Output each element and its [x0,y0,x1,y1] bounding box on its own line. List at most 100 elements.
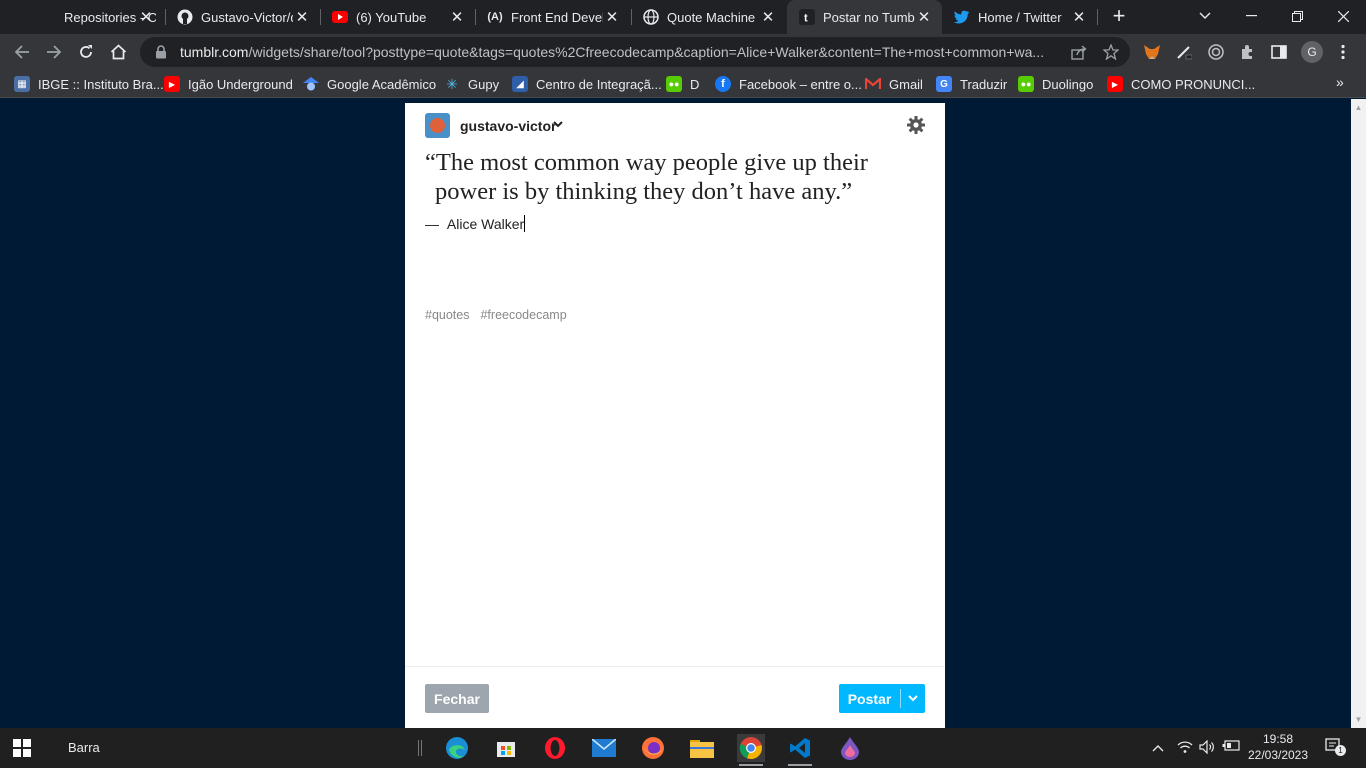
minimize-button[interactable] [1228,0,1274,32]
extensions-puzzle-icon[interactable] [1237,42,1257,62]
home-button[interactable] [105,39,131,65]
quote-text-field[interactable]: “The most common way people give up thei… [425,148,915,206]
battery-icon[interactable] [1222,740,1240,755]
gupy-icon: ✳ [446,75,458,92]
bookmark-facebook[interactable]: f Facebook – entre o... [715,75,862,93]
bookmark-label: Centro de Integraçã... [536,76,662,92]
taskbar-search[interactable]: Barra [68,740,100,755]
metamask-icon[interactable] [1142,42,1162,62]
chevron-down-icon[interactable] [553,117,563,131]
tab-strip: Repositories - Co ✕ Gustavo-Victor/q ✕ (… [0,0,1366,34]
quote-line: power is by thinking they don’t have any… [435,178,853,205]
freecodecamp-icon: (A) [487,11,503,23]
edge-icon[interactable] [443,734,471,762]
bookmark-duolingo[interactable]: ●● Duolingo [1018,75,1093,93]
close-icon[interactable]: ✕ [138,9,154,26]
tab-quote-machine[interactable]: Quote Machine ✕ [631,0,786,34]
close-button[interactable]: Fechar [425,684,489,713]
google-scholar-icon [303,76,319,92]
side-panel-icon[interactable] [1269,42,1289,62]
tab-freecodecamp[interactable]: (A) Front End Develo ✕ [475,0,630,34]
tab-youtube[interactable]: (6) YouTube ✕ [320,0,475,34]
tumblr-post-card: gustavo-victor “The most common way peop… [405,103,945,728]
address-bar[interactable]: tumblr.com/widgets/share/tool?posttype=q… [140,37,1130,67]
tab-title: (6) YouTube [356,9,427,25]
scrollbar[interactable]: ▲ ▼ [1351,99,1366,728]
restore-button[interactable] [1274,0,1320,32]
close-icon[interactable]: ✕ [294,9,310,26]
scroll-up-arrow-icon[interactable]: ▲ [1354,103,1363,112]
twitter-icon [954,9,970,25]
bookmark-traduzir[interactable]: G Traduzir [936,75,1007,93]
bookmark-label: Traduzir [960,76,1008,92]
mail-icon[interactable] [590,734,618,762]
close-icon[interactable]: ✕ [1071,9,1087,26]
wifi-icon[interactable] [1177,740,1193,757]
back-button[interactable] [9,39,35,65]
bookmark-star-icon[interactable] [1102,43,1120,61]
bookmarks-overflow-button[interactable]: » [1336,74,1344,90]
file-explorer-icon[interactable] [688,734,716,762]
notification-count-badge: 1 [1335,745,1346,756]
tab-separator [1097,9,1098,25]
bookmark-label: D [690,76,700,92]
tab-github-repo[interactable]: Gustavo-Victor/q ✕ [165,0,320,34]
speaker-icon[interactable] [1199,739,1215,757]
github-icon [177,9,193,25]
store-icon[interactable] [492,734,520,762]
gear-icon[interactable] [906,115,926,135]
profile-avatar[interactable]: G [1301,41,1323,63]
url-domain: tumblr.com [180,44,249,60]
tab-title: Postar no Tumblr [823,9,915,25]
tab-repositories[interactable]: Repositories - Co ✕ [28,0,164,34]
bookmark-gupy[interactable]: ✳ Gupy [444,75,499,93]
close-window-button[interactable] [1320,0,1366,32]
close-icon[interactable]: ✕ [760,9,776,26]
tags-field[interactable]: #quotes #freecodecamp [425,308,567,322]
url-text: tumblr.com/widgets/share/tool?posttype=q… [180,44,1070,60]
new-tab-button[interactable]: + [1108,5,1130,28]
windows-start-icon[interactable] [13,739,31,757]
close-icon[interactable]: ✕ [449,9,465,26]
notification-center-button[interactable]: 1 [1325,738,1347,758]
source-field[interactable]: — Alice Walker [425,215,526,232]
tab-search-button[interactable] [1182,0,1228,32]
menu-dots-icon[interactable] [1333,42,1353,62]
pen-extension-icon[interactable] [1174,42,1194,62]
chevron-up-icon[interactable] [1152,740,1164,755]
close-icon[interactable]: ✕ [604,9,620,26]
bookmark-igao-underground[interactable]: ▶ Igão Underground [164,75,293,93]
tab-tumblr[interactable]: t Postar no Tumblr ✕ [787,0,942,34]
bookmark-label: Facebook – entre o... [739,76,862,92]
firefox-icon[interactable] [639,734,667,762]
tab-twitter[interactable]: Home / Twitter ✕ [942,0,1097,34]
translate-icon: G [936,76,952,92]
taskbar-clock[interactable]: 19:58 22/03/2023 [1246,731,1310,763]
chrome-icon[interactable] [737,734,765,766]
svg-text:t: t [804,13,808,25]
bookmark-google-academico[interactable]: Google Acadêmico [303,75,436,93]
ibge-icon: ▦ [14,76,30,92]
youtube-icon [332,9,348,25]
vscode-icon[interactable] [786,734,814,766]
close-icon[interactable]: ✕ [916,9,932,26]
post-options-button[interactable] [901,684,925,713]
bookmark-ciee[interactable]: ◢ Centro de Integraçã... [512,75,662,93]
share-icon[interactable] [1070,43,1088,61]
bookmark-gmail[interactable]: Gmail [865,75,923,93]
scroll-down-arrow-icon[interactable]: ▼ [1354,715,1363,724]
post-button[interactable]: Postar [839,684,900,713]
bookmark-como-pronunciar[interactable]: ▶ COMO PRONUNCI... [1107,75,1255,93]
taskbar-divider [418,740,422,756]
tag[interactable]: #freecodecamp [480,308,566,322]
forward-button[interactable] [41,39,67,65]
opera-icon[interactable] [541,734,569,762]
tag[interactable]: #quotes [425,308,469,322]
bookmark-ibge[interactable]: ▦ IBGE :: Instituto Bra... [14,75,164,93]
blog-selector[interactable]: gustavo-victor [460,118,556,134]
drop-app-icon[interactable] [836,734,864,762]
bookmark-duolingo-d[interactable]: ●● D [666,75,699,93]
record-extension-icon[interactable] [1206,42,1226,62]
reload-button[interactable] [73,39,99,65]
post-button-group: Postar [839,684,925,713]
